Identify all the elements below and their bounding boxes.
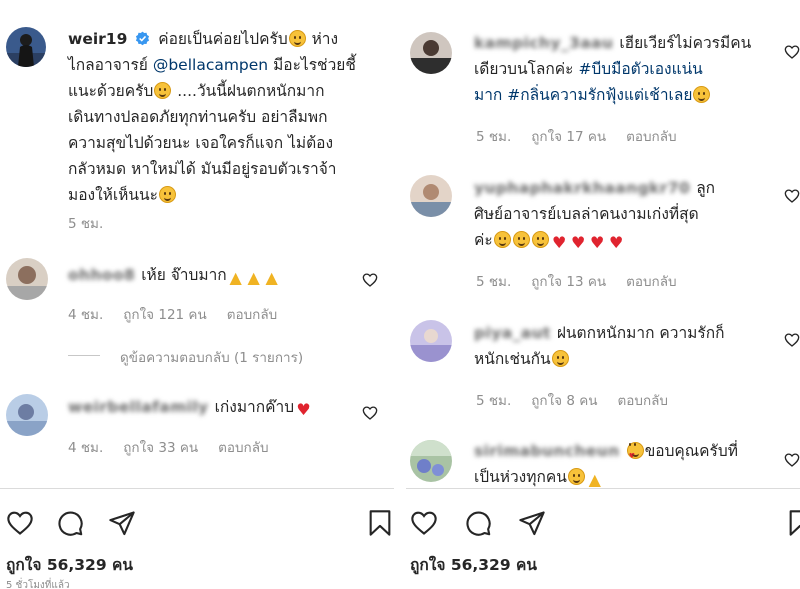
like-comment-heart-icon[interactable] [784, 332, 800, 348]
thumbs-up-emoji: ▲ [229, 268, 242, 287]
comment-meta: 4 ชม. ถูกใจ 33 คน ตอบกลับ [68, 440, 269, 456]
right-panel: kampichy_3aau เฮียเวียร์ไม่ควรมีคน เดียวบ… [406, 0, 800, 589]
mention-link[interactable]: @bellacampen [153, 56, 268, 74]
view-replies-button[interactable]: ดูข้อความตอบกลับ (1 รายการ) [120, 346, 303, 368]
like-comment-heart-icon[interactable] [784, 452, 800, 468]
thumbs-up-emoji: ▲ [247, 268, 260, 287]
avatar[interactable] [6, 394, 48, 436]
grinning-emoji [512, 231, 530, 248]
smile-emoji [154, 82, 172, 99]
red-heart-emoji: ♥ [296, 400, 311, 419]
comment-text: kampichy_3aau เฮียเวียร์ไม่ควรมีคน เดียวบ… [474, 30, 784, 108]
comment-username[interactable]: kampichy_3aau [474, 30, 613, 56]
like-comment-heart-icon[interactable] [362, 272, 378, 288]
comment-icon[interactable] [464, 509, 492, 537]
post-time: 5 ชม. [68, 216, 104, 232]
avatar[interactable] [410, 32, 452, 74]
avatar[interactable] [6, 258, 48, 300]
action-icons [0, 509, 394, 537]
heart-eyes-emoji [626, 442, 644, 459]
comment-text: yuphaphakrkhaangkr70 ลูก ศิษย์อาจารย์เบลล… [474, 175, 790, 253]
like-comment-heart-icon[interactable] [784, 44, 800, 60]
avatar[interactable] [6, 27, 46, 67]
comment-username[interactable]: ohhoo8 [68, 262, 135, 288]
crying-emoji [693, 86, 711, 103]
bookmark-icon[interactable] [366, 509, 394, 537]
post-action-bar: ถูกใจ 56,329 คน [406, 488, 800, 589]
likes-count[interactable]: ถูกใจ 56,329 คน [410, 552, 537, 577]
avatar[interactable] [410, 175, 452, 217]
bookmark-icon[interactable] [786, 509, 800, 537]
comment-text: weirbellafamily เก่งมากค๊าบ ♥ [68, 394, 358, 420]
red-heart-emoji: ♥ [590, 233, 605, 252]
clapping-emoji [567, 468, 585, 485]
avatar[interactable] [410, 320, 452, 362]
action-icons [406, 509, 800, 537]
like-comment-heart-icon[interactable] [784, 188, 800, 204]
panel-separator [394, 0, 406, 589]
left-panel: weir19 ค่อยเป็นค่อยไปครับ ห่าง ไกลอาจารย… [0, 0, 394, 589]
red-heart-emoji: ♥ [609, 233, 624, 252]
hashtag-link[interactable]: #บีบมือตัวเองแน่น [578, 60, 702, 78]
like-comment-heart-icon[interactable] [362, 405, 378, 421]
comment-text: sirimabuncheunขอบคุณครับที่ เป็นห่วงทุกค… [474, 438, 790, 490]
post-username[interactable]: weir19 [68, 30, 127, 48]
post-timestamp: 5 ชั่วโมงที่แล้ว [6, 580, 70, 589]
post-action-bar: ถูกใจ 56,329 คน 5 ชั่วโมงที่แล้ว [0, 488, 394, 589]
avatar[interactable] [410, 440, 452, 482]
comment-text: piya_aut ฝนตกหนักมาก ความรักก็ หนักเช่นกั… [474, 320, 784, 372]
share-icon[interactable] [518, 509, 546, 537]
likes-count[interactable]: ถูกใจ 56,329 คน [6, 552, 133, 577]
comment-meta: 5 ชม. ถูกใจ 8 คน ตอบกลับ [476, 393, 668, 409]
zany-face-emoji [551, 350, 569, 367]
comment-username[interactable]: sirimabuncheun [474, 438, 620, 464]
comment-text: ohhoo8 เห้ย จ๊าบมาก ▲ ▲ ▲ [68, 262, 358, 288]
red-heart-emoji: ♥ [571, 233, 586, 252]
comment-username[interactable]: piya_aut [474, 320, 551, 346]
laughing-emoji [288, 30, 306, 47]
thumbs-up-emoji: ▲ [588, 470, 601, 489]
comment-username[interactable]: yuphaphakrkhaangkr70 [474, 175, 690, 201]
grinning-emoji [531, 231, 549, 248]
heart-icon[interactable] [410, 509, 438, 537]
red-heart-emoji: ♥ [552, 233, 567, 252]
heart-icon[interactable] [6, 509, 34, 537]
thumbs-up-emoji: ▲ [265, 268, 278, 287]
replies-divider [68, 355, 100, 356]
share-icon[interactable] [108, 509, 136, 537]
comment-icon[interactable] [56, 509, 84, 537]
comment-meta: 4 ชม. ถูกใจ 121 คน ตอบกลับ [68, 307, 278, 323]
comment-meta: 5 ชม. ถูกใจ 17 คน ตอบกลับ [476, 129, 677, 145]
comment-username[interactable]: weirbellafamily [68, 394, 209, 420]
smile-emoji [158, 186, 176, 203]
verified-badge-icon [135, 28, 150, 46]
comment-meta: 5 ชม. ถูกใจ 13 คน ตอบกลับ [476, 274, 677, 290]
hashtag-link[interactable]: มาก #กลิ่นความรักฟุ้งแต่เช้าเลย [474, 86, 692, 104]
caption-text: weir19 ค่อยเป็นค่อยไปครับ ห่าง ไกลอาจารย… [68, 28, 356, 204]
grinning-emoji [493, 231, 511, 248]
